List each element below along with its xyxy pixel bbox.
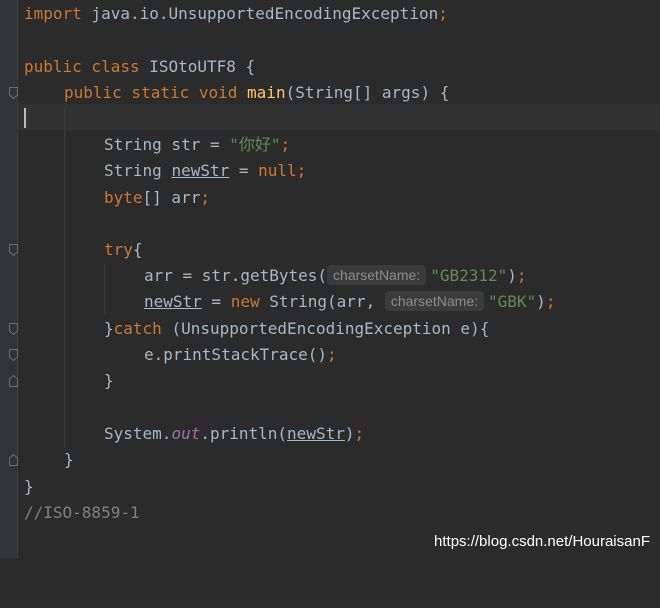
code-line[interactable]: }catch (UnsupportedEncodingException e){ — [104, 316, 660, 342]
keyword: new — [230, 292, 260, 311]
import-path: java.io.UnsupportedEncodingException — [81, 4, 439, 23]
keyword: public — [64, 83, 122, 102]
code-editor[interactable]: import java.io.UnsupportedEncodingExcept… — [24, 0, 660, 608]
fold-marker-icon[interactable] — [9, 87, 18, 99]
code-line[interactable]: } — [64, 447, 660, 473]
string-literal: "GBK" — [488, 292, 537, 311]
code-text: ) — [507, 266, 517, 285]
semicolon: ; — [516, 266, 527, 285]
type-name: String — [104, 161, 162, 180]
code-line[interactable]: System.out.println(newStr); — [104, 421, 660, 447]
code-line[interactable]: //ISO-8859-1 — [24, 500, 660, 526]
keyword: public — [24, 57, 82, 76]
semicolon: ; — [327, 345, 337, 364]
parameter-hint: charsetName: — [384, 291, 484, 311]
code-line[interactable]: byte[] arr; — [104, 185, 660, 211]
string-literal: "你好" — [229, 135, 281, 154]
semicolon: ; — [200, 188, 210, 207]
code-line[interactable]: String newStr = null; — [104, 158, 660, 184]
code-line[interactable]: newStr = new String(arr, charsetName: "GB… — [144, 289, 660, 315]
code-line[interactable]: public class ISOtoUTF8 { — [24, 54, 660, 80]
watermark: https://blog.csdn.net/HouraisanF — [434, 533, 650, 550]
code-line[interactable]: e.printStackTrace(); — [144, 342, 660, 368]
type-name: String — [104, 135, 162, 154]
fold-marker-icon[interactable] — [9, 454, 18, 466]
keyword: import — [24, 4, 82, 23]
code-text: System. — [104, 424, 172, 443]
string-literal: "GB2312" — [430, 266, 508, 285]
keyword: static — [121, 83, 190, 102]
keyword: byte — [104, 188, 143, 207]
keyword: null — [258, 161, 297, 180]
fold-marker-icon[interactable] — [9, 323, 18, 335]
static-field: out — [171, 424, 201, 443]
semicolon: ; — [438, 4, 448, 23]
method-name: main — [237, 83, 286, 102]
semicolon: ; — [545, 292, 556, 311]
code-text: e.printStackTrace() — [144, 345, 328, 364]
code-line[interactable]: public static void main(String[] args) { — [64, 80, 660, 106]
code-line[interactable]: String str = "你好"; — [104, 132, 660, 158]
code-text: { — [132, 240, 143, 259]
code-line[interactable]: try{ — [104, 237, 660, 263]
keyword: try — [104, 240, 133, 259]
code-text: ) — [536, 292, 546, 311]
variable-name: newStr — [144, 292, 202, 311]
keyword: class — [81, 57, 140, 76]
fold-marker-icon[interactable] — [9, 375, 18, 387]
variable-name: newStr — [287, 424, 345, 443]
variable-name: newStr — [171, 161, 230, 180]
code-line[interactable]: } — [104, 368, 660, 394]
code-text: = — [201, 292, 231, 311]
code-text: } — [64, 450, 74, 469]
code-text: (UnsupportedEncodingException e){ — [161, 319, 490, 338]
code-text: } — [24, 477, 34, 496]
keyword: catch — [113, 319, 162, 338]
code-text: String(arr, — [259, 292, 376, 311]
code-text: arr = str.getBytes( — [144, 266, 328, 285]
code-text: } — [104, 371, 114, 390]
parameter-hint: charsetName: — [327, 265, 427, 285]
code-text: [] arr — [142, 188, 201, 207]
semicolon: ; — [296, 161, 307, 180]
fold-marker-icon[interactable] — [9, 244, 18, 256]
code-line[interactable]: arr = str.getBytes(charsetName: "GB2312")… — [144, 263, 660, 289]
keyword: void — [189, 83, 238, 102]
semicolon: ; — [280, 135, 291, 154]
code-text: .println( — [200, 424, 288, 443]
code-line[interactable]: } — [24, 474, 660, 500]
semicolon: ; — [354, 424, 365, 443]
code-text: str = — [161, 135, 230, 154]
gutter-separator — [17, 0, 18, 558]
class-declaration: ISOtoUTF8 { — [139, 57, 256, 76]
editor-gutter — [0, 0, 18, 558]
code-text: } — [104, 319, 114, 338]
fold-marker-icon[interactable] — [9, 349, 18, 361]
code-text: = — [229, 161, 259, 180]
method-params: (String[] args) { — [285, 83, 450, 102]
code-line[interactable]: import java.io.UnsupportedEncodingExcept… — [24, 1, 660, 27]
comment: //ISO-8859-1 — [24, 503, 140, 522]
